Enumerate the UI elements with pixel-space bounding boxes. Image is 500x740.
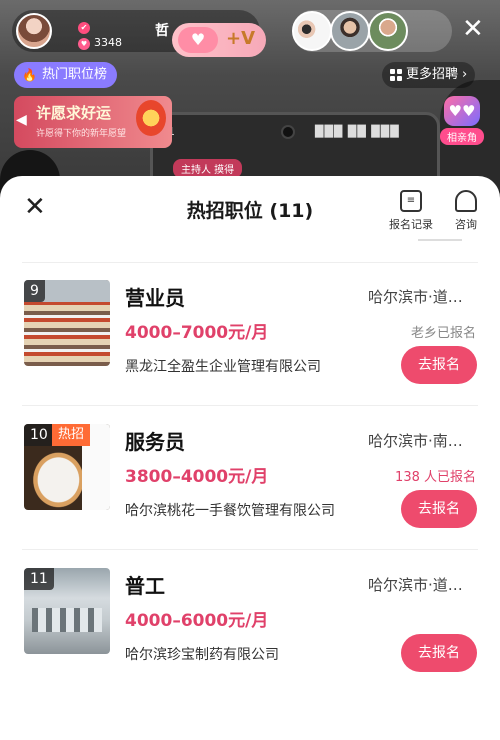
wish-subtitle: 许愿得下你的新年愿望 xyxy=(36,129,127,139)
viewer-avatar[interactable] xyxy=(368,11,408,51)
rank-badge: 10 xyxy=(24,424,54,446)
matchmaking-label: 相亲角 xyxy=(440,128,484,145)
apply-button[interactable]: 去报名 xyxy=(401,634,477,672)
job-salary: 3800–4000元/月 xyxy=(125,467,269,487)
job-salary: 4000–6000元/月 xyxy=(125,611,269,631)
host-avatar[interactable] xyxy=(16,13,52,49)
company-name: 哈尔滨桃花一手餐饮管理有限公司 xyxy=(125,503,335,519)
hot-jobs-sheet: ✕ 热招职位 (11) ≡ 报名记录 咨询 9 营业员 哈尔滨市·道… 4000… xyxy=(0,176,500,740)
host-likes-count: 3348 xyxy=(94,36,122,49)
lantern-icon xyxy=(136,100,166,136)
flame-icon: 🔥 xyxy=(22,68,37,82)
job-card[interactable]: 9 营业员 哈尔滨市·道… 4000–7000元/月 老乡已报名 黑龙江全盈生企… xyxy=(0,280,500,420)
job-card[interactable]: 11 普工 哈尔滨市·道… 4000–6000元/月 哈尔滨珍宝制药有限公司 去… xyxy=(0,568,500,708)
chevron-left-icon: ◀ xyxy=(16,112,27,128)
apply-button[interactable]: 去报名 xyxy=(401,490,477,528)
close-icon[interactable]: ✕ xyxy=(462,16,484,42)
job-title: 服务员 xyxy=(125,430,185,454)
job-card[interactable]: 10 热招 服务员 哈尔滨市·南… 3800–4000元/月 138 人已报名 … xyxy=(0,424,500,564)
viewer-avatar[interactable] xyxy=(292,11,332,51)
wish-title: 许愿求好运 xyxy=(36,104,112,122)
follow-gift-button[interactable]: ♥ +V xyxy=(172,23,266,57)
viewer-avatar[interactable] xyxy=(330,11,370,51)
chevron-right-icon: › xyxy=(462,67,468,82)
apply-button[interactable]: 去报名 xyxy=(401,346,477,384)
job-location: 哈尔滨市·道… xyxy=(368,576,463,594)
phone-camera xyxy=(281,125,295,139)
host-info-pill[interactable]: ✔ ♥ 3348 哲 ♥ +V xyxy=(12,10,266,57)
job-salary: 4000–7000元/月 xyxy=(125,323,269,343)
heart-icon: ♥ xyxy=(78,38,90,50)
rank-badge: 9 xyxy=(24,280,45,302)
verified-icon: ✔ xyxy=(78,22,90,34)
tab-indicator xyxy=(418,239,462,241)
hearts-icon: ♥♥ xyxy=(444,96,480,126)
consult-button[interactable]: 咨询 xyxy=(448,190,484,232)
hot-jobs-ranking-button[interactable]: 🔥 热门职位榜 xyxy=(14,62,117,88)
application-records-button[interactable]: ≡ 报名记录 xyxy=(386,190,436,232)
divider xyxy=(22,549,478,550)
hot-tag: 热招 xyxy=(52,424,91,446)
application-stat: 老乡已报名 xyxy=(410,326,476,341)
matchmaking-button[interactable]: ♥♥ 相亲角 xyxy=(440,96,484,145)
wish-banner[interactable]: ◀ 许愿求好运 许愿得下你的新年愿望 xyxy=(14,96,172,148)
hot-jobs-ranking-label: 热门职位榜 xyxy=(41,67,107,82)
host-name: 哲 xyxy=(155,23,169,39)
grid-icon xyxy=(390,69,402,81)
more-jobs-button[interactable]: 更多招聘 › xyxy=(382,62,476,88)
headset-icon xyxy=(455,190,477,212)
application-stat: 138 人已报名 xyxy=(395,470,476,485)
job-title: 营业员 xyxy=(125,286,185,310)
divider xyxy=(22,262,478,263)
heart-icon: ♥ xyxy=(178,27,218,53)
application-records-label: 报名记录 xyxy=(389,218,433,231)
phone-status-text: ███ ██ ███ xyxy=(315,125,400,138)
job-location: 哈尔滨市·道… xyxy=(368,288,463,306)
job-location: 哈尔滨市·南… xyxy=(368,432,463,450)
job-title: 普工 xyxy=(125,574,165,598)
clipboard-icon: ≡ xyxy=(400,190,422,212)
viewer-avatars[interactable] xyxy=(292,10,452,52)
more-jobs-label: 更多招聘 xyxy=(406,67,459,82)
consult-label: 咨询 xyxy=(455,218,477,231)
divider xyxy=(22,405,478,406)
follow-plus-label: +V xyxy=(226,28,256,49)
rank-badge: 11 xyxy=(24,568,54,590)
company-name: 黑龙江全盈生企业管理有限公司 xyxy=(125,359,321,375)
company-name: 哈尔滨珍宝制药有限公司 xyxy=(125,647,279,663)
